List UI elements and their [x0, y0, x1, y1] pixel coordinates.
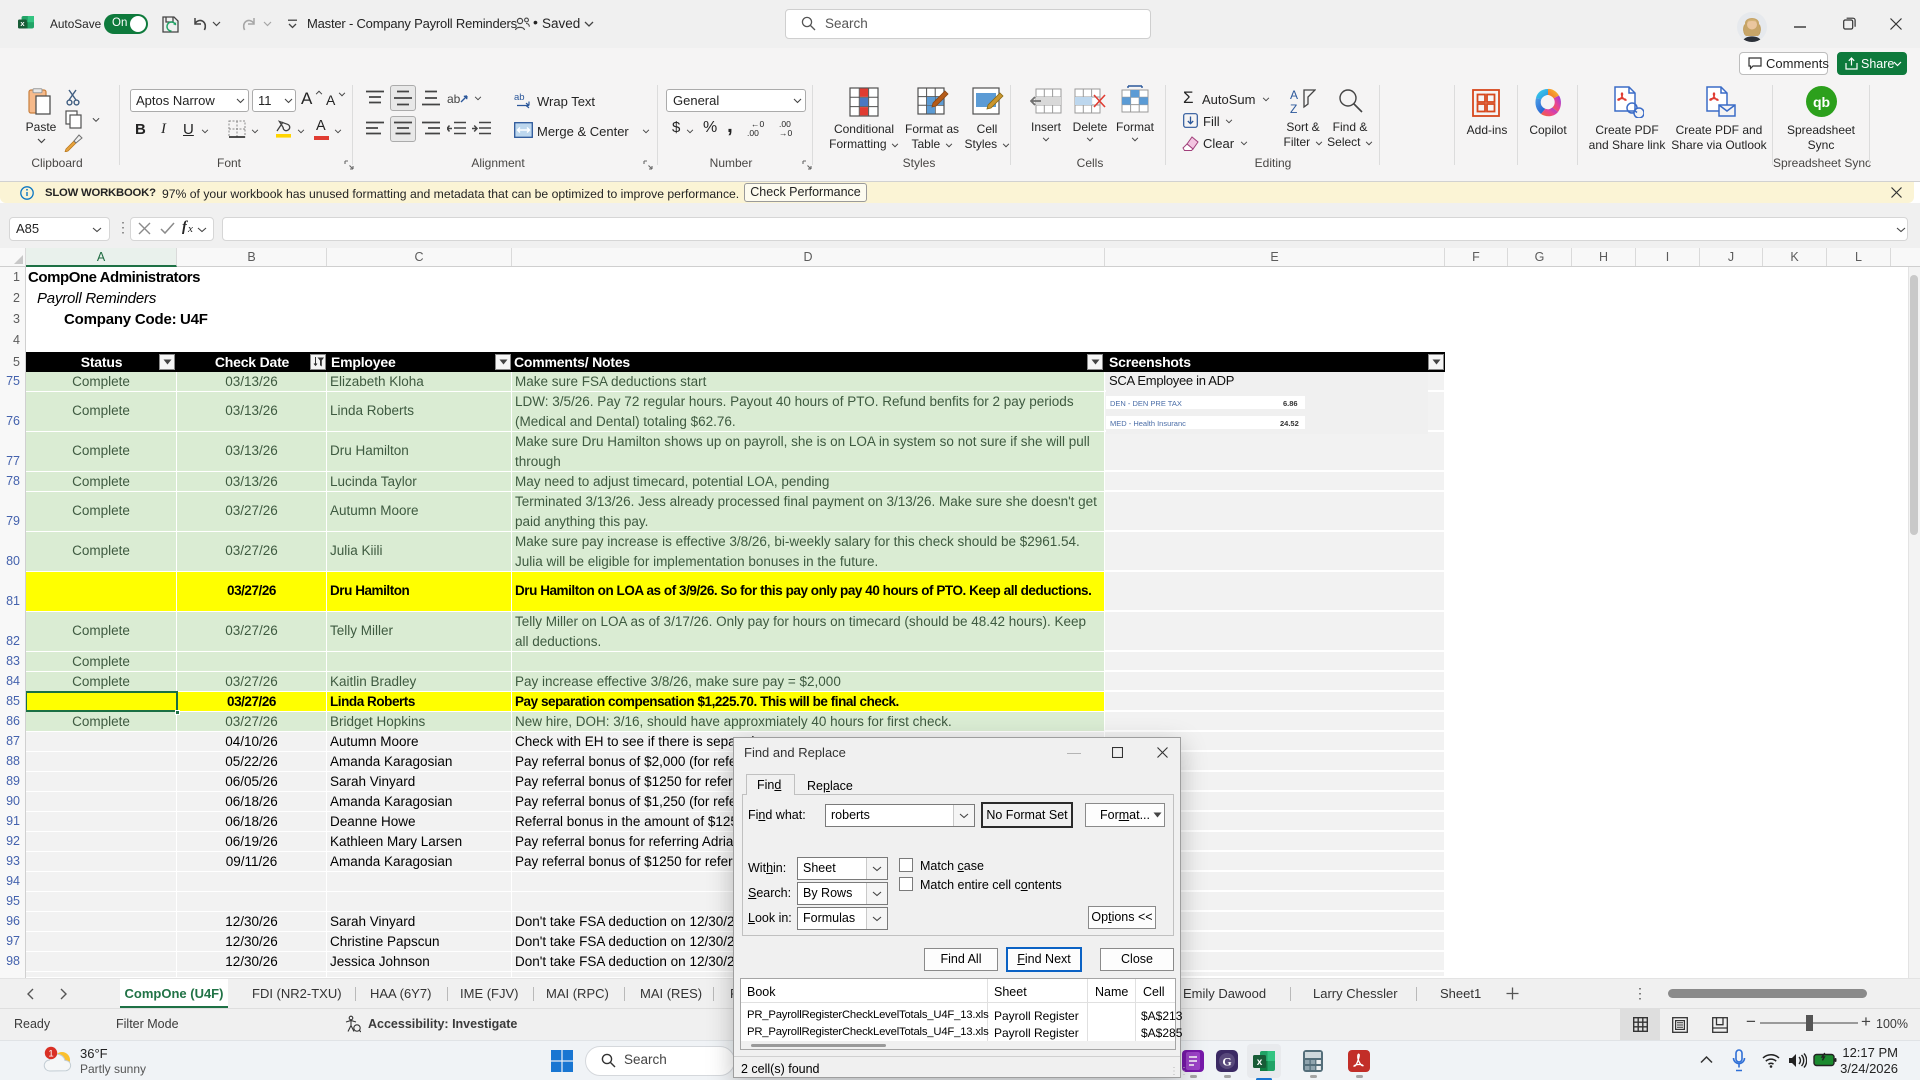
svg-text:A: A: [1290, 88, 1298, 102]
svg-text:1: 1: [48, 1049, 53, 1060]
svg-text:Z: Z: [1290, 102, 1297, 115]
svg-text:x: x: [1257, 1057, 1263, 1068]
svg-text:.00: .00: [747, 128, 759, 137]
svg-text:→0: →0: [779, 128, 793, 137]
svg-text:ab: ab: [514, 92, 525, 103]
svg-text:G: G: [1222, 1055, 1231, 1069]
svg-text:ab: ab: [447, 92, 461, 106]
svg-text:qb: qb: [1813, 94, 1830, 110]
